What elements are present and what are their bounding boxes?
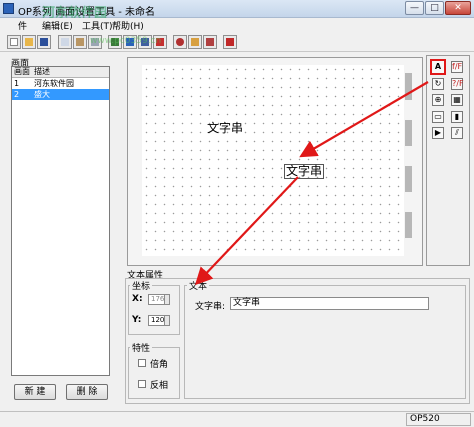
- y-coordinate-input[interactable]: 120: [148, 315, 170, 326]
- features-title: 特性: [130, 341, 153, 354]
- new-file-icon[interactable]: [7, 35, 21, 49]
- refresh-icon[interactable]: ↻: [432, 78, 444, 90]
- list-item-selected[interactable]: 2 盛大: [12, 89, 109, 100]
- column-header-screen[interactable]: 画面: [14, 67, 30, 77]
- invert-checkbox[interactable]: [138, 380, 146, 388]
- input-box-icon[interactable]: ▭: [432, 111, 444, 123]
- screens-list[interactable]: 画面 描述 1 河东软件园 2 盛大: [11, 66, 110, 376]
- list-item-number: 2: [14, 90, 20, 99]
- x-label: X:: [132, 294, 143, 304]
- text-string-input[interactable]: 文字串: [230, 297, 429, 310]
- list-item-desc: 河东软件园: [34, 79, 74, 88]
- text-string-label: 文字串:: [195, 302, 226, 312]
- scroll-block: [405, 166, 412, 192]
- open-folder-icon[interactable]: [22, 35, 36, 49]
- screen-canvas[interactable]: 文字串 文字串: [142, 65, 404, 256]
- toolbar: [0, 32, 474, 52]
- design-area: 文字串 文字串: [127, 57, 423, 266]
- save-icon[interactable]: [37, 35, 51, 49]
- scroll-block: [405, 120, 412, 146]
- status-bar: OP520: [0, 411, 474, 427]
- y-value: 120: [151, 316, 165, 324]
- text-tool-icon[interactable]: A: [430, 59, 446, 75]
- coords-title: 坐标: [130, 279, 153, 292]
- spin-arrows-icon[interactable]: [164, 294, 170, 305]
- coords-group: [128, 285, 180, 335]
- x-coordinate-input[interactable]: 176: [148, 294, 170, 305]
- double-size-checkbox[interactable]: [138, 359, 146, 367]
- list-item-number: 1: [14, 79, 20, 88]
- list-header: 画面 描述: [12, 67, 109, 78]
- new-screen-button[interactable]: 新 建: [14, 384, 56, 400]
- menu-file[interactable]: 件: [18, 19, 27, 32]
- trend-chart-icon[interactable]: ⫽: [451, 127, 463, 139]
- menu-tools[interactable]: 工具(T): [82, 19, 113, 32]
- download-icon[interactable]: [223, 35, 237, 49]
- button-tool-icon[interactable]: ▶: [432, 127, 444, 139]
- component-palette: A f/F ↻ ?/F ⊕ ▦ ▭ ▮ ▶ ⫽: [426, 55, 470, 266]
- formula-text-icon[interactable]: f/F: [451, 61, 463, 73]
- maximize-button[interactable]: □: [425, 1, 444, 15]
- scroll-block: [405, 212, 412, 238]
- settings-icon[interactable]: [173, 35, 187, 49]
- bitmap-icon[interactable]: ▦: [451, 94, 463, 106]
- double-size-label: 倍角: [150, 360, 169, 370]
- paste-icon[interactable]: [73, 35, 87, 49]
- minimize-button[interactable]: —: [405, 1, 424, 15]
- delete-screen-button[interactable]: 删 除: [66, 384, 108, 400]
- home-icon[interactable]: [188, 35, 202, 49]
- text-group-title: 文本: [187, 279, 210, 292]
- column-header-desc[interactable]: 描述: [34, 67, 50, 77]
- close-button[interactable]: ✕: [445, 1, 471, 15]
- menu-edit[interactable]: 编辑(E): [42, 19, 73, 32]
- menu-help[interactable]: 帮助(H): [112, 19, 144, 32]
- list-item-desc: 盛大: [34, 90, 50, 99]
- indicator-icon[interactable]: ⊕: [432, 94, 444, 106]
- features-group: [128, 347, 180, 399]
- canvas-text-object-selected[interactable]: 文字串: [284, 164, 325, 179]
- spin-arrows-icon[interactable]: [164, 315, 170, 326]
- y-label: Y:: [132, 315, 142, 325]
- preview-icon[interactable]: [203, 35, 217, 49]
- variable-text-icon[interactable]: ?/F: [451, 78, 464, 90]
- app-icon: [3, 3, 14, 14]
- menu-bar: 件 编辑(E) 工具(T) 帮助(H): [0, 18, 474, 32]
- scroll-block: [405, 73, 412, 100]
- watermark-url: www.pc0359.cn: [90, 36, 162, 46]
- bar-graph-icon[interactable]: ▮: [451, 111, 463, 123]
- model-status: OP520: [406, 413, 471, 426]
- x-value: 176: [151, 295, 165, 303]
- copy-icon[interactable]: [58, 35, 72, 49]
- canvas-text-object[interactable]: 文字串: [207, 119, 243, 136]
- list-item[interactable]: 1 河东软件园: [12, 78, 109, 89]
- invert-label: 反相: [150, 381, 169, 391]
